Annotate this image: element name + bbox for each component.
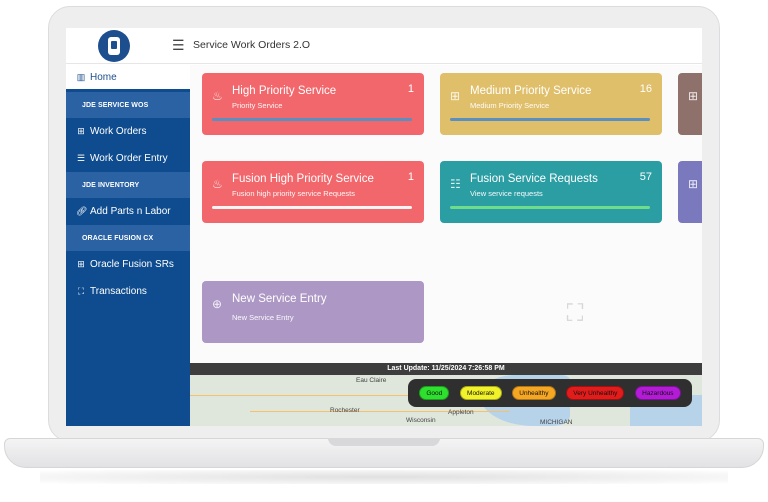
card-count: 1 — [407, 83, 414, 95]
grid-icon: ⊞ — [450, 89, 461, 103]
flame-icon: ♨ — [212, 89, 223, 103]
app-title: Service Work Orders 2.O — [193, 39, 311, 51]
last-update-bar: Last Update: 11/25/2024 7:26:58 PM — [190, 363, 702, 375]
server-icon: ☷ — [450, 177, 461, 191]
card-subtitle: View service requests — [470, 189, 543, 198]
card-subtitle: Fusion high priority service Requests — [232, 189, 355, 198]
card-progress-bar — [450, 118, 650, 121]
sidebar-item-label: Add Parts n Labor — [90, 206, 171, 217]
sidebar-item-label: Work Orders — [90, 126, 147, 137]
card-progress-bar — [450, 206, 650, 209]
card-medium-priority[interactable]: ⊞ Medium Priority Service Medium Priorit… — [440, 73, 662, 135]
card-title: Fusion High Priority Service — [232, 173, 374, 185]
link-icon: 🔗︎ — [76, 206, 88, 216]
grid-icon: ⊞ — [77, 259, 85, 269]
sidebar-section-jde-inventory: JDE INVENTORY — [66, 172, 190, 198]
aqi-legend: Good Moderate Unhealthy Very Unhealthy H… — [408, 379, 692, 407]
map-label: Wisconsin — [406, 417, 436, 424]
sidebar-item-add-parts[interactable]: 🔗︎ Add Parts n Labor — [66, 198, 190, 225]
legend-very-unhealthy: Very Unhealthy — [566, 386, 625, 400]
legend-moderate: Moderate — [460, 386, 502, 400]
card-subtitle: Priority Service — [232, 101, 283, 110]
map-label: Rochester — [330, 407, 360, 414]
plus-circle-icon: ⊕ — [212, 297, 223, 311]
fullscreen-icon[interactable]: ⛶ — [562, 301, 588, 327]
sidebar-section-jde-service: JDE SERVICE WOS — [66, 92, 190, 118]
sidebar: ▥ Home JDE SERVICE WOS ⊞ Work Orders ☰ W… — [66, 65, 190, 426]
laptop-notch — [328, 438, 440, 446]
card-count: 1 — [407, 171, 414, 183]
card-high-priority[interactable]: ♨ High Priority Service Priority Service… — [202, 73, 424, 135]
grid-icon: ⊞ — [77, 126, 85, 136]
sidebar-item-home[interactable]: ▥ Home — [66, 65, 190, 89]
legend-unhealthy: Unhealthy — [512, 386, 556, 400]
card-title: High Priority Service — [232, 85, 337, 97]
card-new-service-entry[interactable]: ⊕ New Service Entry New Service Entry — [202, 281, 424, 343]
card-progress-bar — [212, 206, 412, 209]
card-partial-brown[interactable]: ⊞ — [678, 73, 702, 135]
card-count: 16 — [639, 83, 652, 95]
sidebar-item-oracle-fusion-srs[interactable]: ⊞ Oracle Fusion SRs — [66, 251, 190, 278]
sidebar-item-work-order-entry[interactable]: ☰ Work Order Entry — [66, 145, 190, 172]
card-fusion-high-priority[interactable]: ♨ Fusion High Priority Service Fusion hi… — [202, 161, 424, 223]
grid-icon: ⊞ — [688, 89, 699, 103]
sidebar-item-label: Home — [90, 71, 117, 83]
phone-icon — [108, 37, 120, 55]
legend-hazardous: Hazardous — [635, 386, 681, 400]
map-label: MICHIGAN — [540, 419, 573, 426]
app-screen: ☰ Service Work Orders 2.O ▥ Home JDE SER… — [66, 28, 702, 426]
laptop-shadow — [40, 470, 728, 484]
sidebar-section-oracle-fusion: ORACLE FUSION CX — [66, 225, 190, 251]
card-progress-bar — [212, 118, 412, 121]
bar-chart-icon: ▥ — [76, 71, 86, 82]
sidebar-item-transactions[interactable]: ⛶ Transactions — [66, 278, 190, 305]
card-subtitle: Medium Priority Service — [470, 101, 550, 110]
card-title: Medium Priority Service — [470, 85, 592, 97]
map-label: Eau Claire — [356, 377, 387, 384]
hamburger-menu-icon[interactable]: ☰ — [172, 38, 185, 52]
card-title: New Service Entry — [232, 293, 327, 305]
card-partial-violet[interactable]: ⊞ — [678, 161, 702, 223]
app-logo[interactable] — [98, 30, 130, 62]
card-fusion-service-requests[interactable]: ☷ Fusion Service Requests View service r… — [440, 161, 662, 223]
top-bar: ☰ Service Work Orders 2.O — [66, 28, 702, 64]
flame-icon: ♨ — [212, 177, 223, 191]
sidebar-item-work-orders[interactable]: ⊞ Work Orders — [66, 118, 190, 145]
legend-good: Good — [419, 386, 450, 400]
dashboard-main: ♨ High Priority Service Priority Service… — [190, 65, 702, 426]
card-subtitle: New Service Entry — [232, 313, 294, 322]
list-icon: ☰ — [76, 153, 86, 163]
sidebar-item-label: Work Order Entry — [90, 153, 168, 164]
sidebar-item-label: Transactions — [90, 286, 147, 297]
expand-icon: ⛶ — [77, 286, 85, 296]
card-count: 57 — [639, 171, 652, 183]
grid-icon: ⊞ — [688, 177, 699, 191]
sidebar-item-label: Oracle Fusion SRs — [90, 259, 174, 270]
map-label: Appleton — [448, 409, 474, 416]
card-title: Fusion Service Requests — [470, 173, 598, 185]
